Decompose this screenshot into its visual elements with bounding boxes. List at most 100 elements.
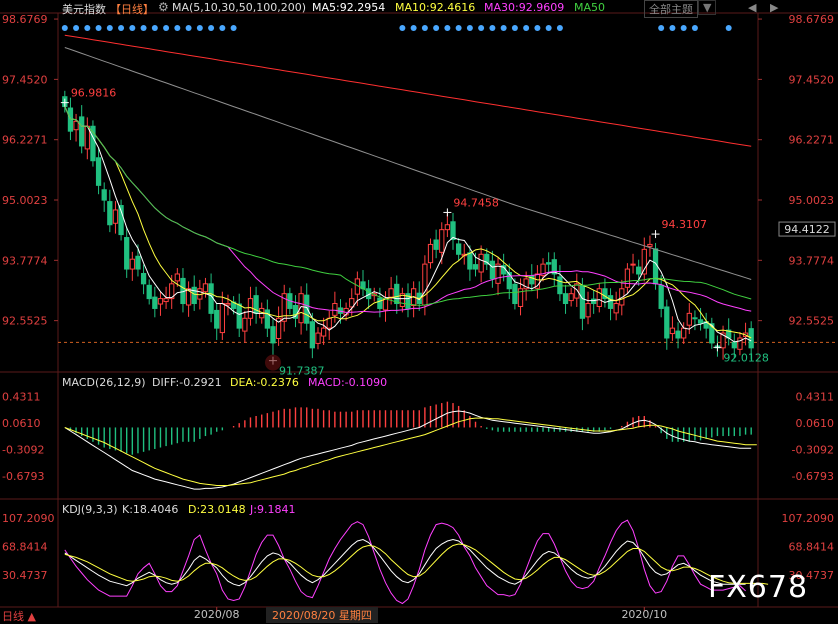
candle-body (304, 294, 310, 324)
event-dot (140, 25, 147, 31)
period-label: 日线 (121, 3, 143, 16)
candle-body (242, 317, 248, 332)
kdj-y-tick-left: 68.8414 (2, 540, 48, 553)
chart-svg: 98.6769 98.6769 97.4520 97.4520 96.2271 96.22… (0, 12, 838, 621)
period-close-bracket: 】 (143, 3, 154, 16)
y-tick-label-left: 95.0023 (2, 194, 48, 207)
candle-body (208, 283, 214, 314)
candle-body (332, 303, 338, 316)
event-dot (399, 25, 406, 31)
macd-y-tick-right: -0.6793 (792, 470, 834, 483)
period-dropdown[interactable]: 【日线】 (110, 1, 154, 17)
event-dot (230, 25, 237, 31)
annotation-label: 94.7458 (453, 196, 499, 209)
candle-body (692, 317, 698, 320)
candle-body (630, 263, 636, 266)
candle-body (641, 248, 647, 275)
bottom-period-arrow-icon: ▲ (27, 610, 36, 623)
event-dot (196, 25, 203, 31)
y-tick-label-right: 92.5525 (789, 315, 835, 328)
event-dot (73, 25, 80, 31)
macd-y-tick-left: 0.4311 (2, 391, 41, 404)
nav-right-button[interactable]: ▶ (770, 1, 778, 14)
x-tick-label: 2020/08 (194, 608, 240, 621)
event-dot (185, 25, 192, 31)
candle-body (427, 243, 434, 264)
event-dot (410, 25, 417, 31)
theme-button[interactable]: 全部主题 (644, 0, 698, 18)
theme-dropdown-icon[interactable]: ▼ (698, 0, 717, 15)
macd-y-tick-right: 0.4311 (796, 391, 835, 404)
macd-diff-value: DIFF:-0.2921 (152, 376, 222, 389)
candle-body (219, 303, 225, 334)
kdj-title: KDJ(9,3,3) (62, 503, 118, 516)
candle-body (647, 243, 653, 247)
candle-body (157, 298, 164, 305)
candle-body (697, 319, 704, 324)
candle-body (748, 328, 754, 349)
candle-body (202, 283, 209, 293)
nav-left-button[interactable]: ◀ (748, 1, 756, 14)
candle-body (163, 298, 169, 303)
candle-body (467, 252, 473, 270)
candle-body (388, 288, 394, 298)
candle-body (135, 255, 141, 270)
annotation-label: 94.3107 (662, 218, 708, 231)
candle-body (112, 209, 119, 224)
candle-body (607, 295, 614, 309)
event-dot (669, 25, 676, 31)
kdj-y-tick-left: 107.2090 (2, 512, 55, 525)
event-dot (725, 25, 732, 31)
y-tick-label-left: 92.5525 (2, 315, 48, 328)
candle-body (394, 283, 400, 305)
event-dot (489, 25, 496, 31)
kdj-k-value: K:18.4046 (122, 503, 179, 516)
kdj-y-tick-right: 68.8414 (789, 540, 835, 553)
candle-body (546, 262, 552, 265)
macd-y-tick-left: 0.0610 (2, 417, 41, 430)
kdj-j-line (64, 519, 746, 605)
candle-body (433, 239, 439, 250)
watermark-logo: FX678 (708, 570, 809, 605)
candle-body (439, 229, 445, 253)
candle-body (124, 237, 130, 270)
candle-body (596, 288, 602, 307)
candle-body (309, 321, 315, 349)
candle-body (79, 116, 85, 147)
ma-label: MA(5,10,30,50,100,200) (172, 1, 307, 14)
candle-body (73, 120, 79, 131)
event-dot (208, 25, 215, 31)
kdj-d-value: D:23.0148 (188, 503, 246, 516)
candle-body (455, 243, 462, 255)
event-dot (163, 25, 170, 31)
candle-body (377, 297, 383, 309)
y-tick-label-left: 98.6769 (2, 13, 48, 26)
candle-body (146, 284, 152, 300)
y-tick-label-left: 96.2271 (2, 134, 48, 147)
kdj-y-tick-right: 107.2090 (782, 512, 835, 525)
candle-body (512, 283, 518, 305)
event-dot (84, 25, 91, 31)
macd-dea-line (64, 417, 757, 486)
event-dot (151, 25, 158, 31)
candle-body (686, 312, 692, 326)
bottom-period-label[interactable]: 日线 ▲ (2, 608, 36, 624)
chart-window: 98.6769 98.6769 97.4520 97.4520 96.2271 96.22… (0, 0, 838, 623)
candle-body (574, 283, 580, 299)
macd-y-tick-right: -0.3092 (792, 444, 834, 457)
candle-body (450, 221, 456, 241)
y-tick-label-right: 96.2271 (789, 134, 835, 147)
candle-body (214, 309, 220, 329)
event-dot (500, 25, 507, 31)
macd-title: MACD(26,12,9) (62, 376, 146, 389)
candle-body (591, 298, 597, 305)
candle-body (225, 303, 231, 306)
candle-body (562, 293, 569, 305)
macd-y-tick-left: -0.6793 (2, 470, 44, 483)
event-dot (118, 25, 125, 31)
event-dot (219, 25, 226, 31)
settings-icon[interactable]: ⚙ (158, 0, 169, 14)
macd-macd-value: MACD:-0.1090 (308, 376, 388, 389)
candle-body (664, 306, 670, 339)
candle-body (681, 327, 687, 339)
